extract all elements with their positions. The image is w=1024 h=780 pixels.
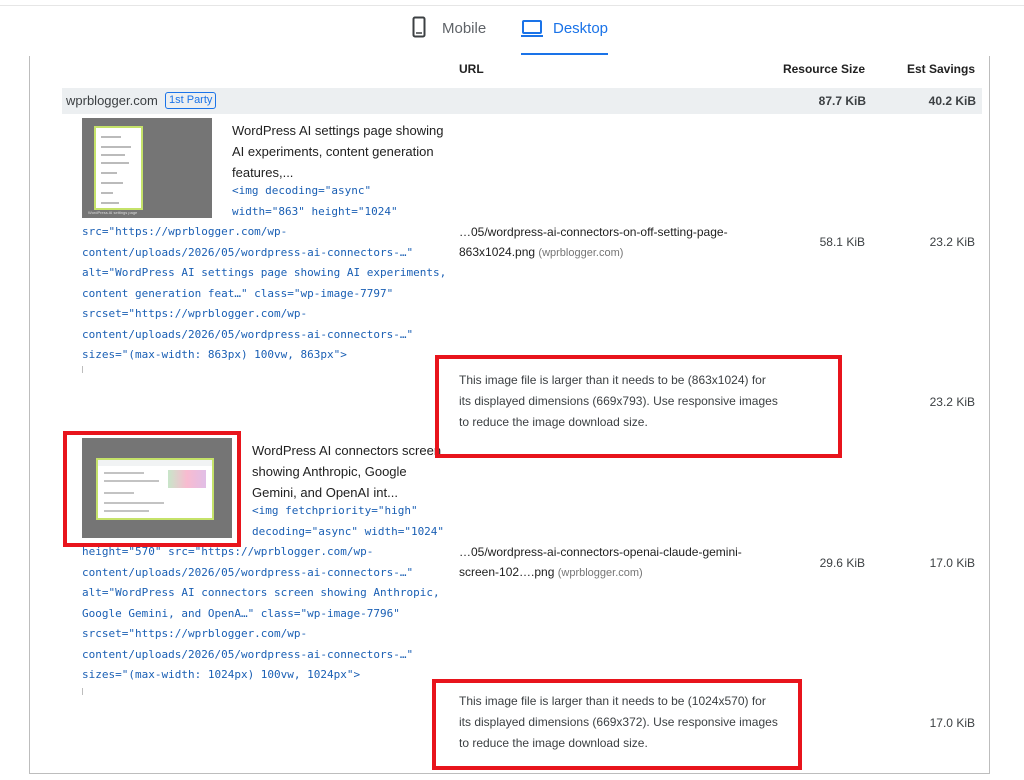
element-snippet: <img decoding="async" width="863" height… xyxy=(232,184,398,218)
image-thumbnail[interactable]: WordPress AI settings page xyxy=(82,118,212,218)
thumbnail-caption: WordPress AI settings page xyxy=(88,210,138,215)
active-tab-indicator xyxy=(521,53,608,55)
table-border-right xyxy=(989,56,990,774)
laptop-icon xyxy=(521,20,543,42)
column-header-resource-size[interactable]: Resource Size xyxy=(783,62,865,76)
sub-item-savings: 17.0 KiB xyxy=(929,716,975,730)
sub-item-savings: 23.2 KiB xyxy=(929,395,975,409)
top-divider xyxy=(0,5,1024,6)
resource-size-value: 58.1 KiB xyxy=(819,235,865,249)
column-header-est-savings[interactable]: Est Savings xyxy=(907,62,975,76)
tab-desktop[interactable]: Desktop xyxy=(521,16,608,56)
party-group-row: wprblogger.com 1st Party 87.7 KiB 40.2 K… xyxy=(62,88,982,114)
highlight-box xyxy=(63,431,241,547)
device-tabs: Mobile Desktop xyxy=(0,16,1024,56)
party-name: wprblogger.com xyxy=(66,93,158,108)
resource-url[interactable]: …05/wordpress-ai-connectors-openai-claud… xyxy=(459,542,749,583)
resource-size-value: 29.6 KiB xyxy=(819,556,865,570)
row-divider-tick xyxy=(82,366,83,373)
party-badge: 1st Party xyxy=(165,92,217,109)
mobile-phone-icon xyxy=(412,16,426,42)
tab-mobile[interactable]: Mobile xyxy=(412,16,486,56)
tab-desktop-label: Desktop xyxy=(553,20,609,37)
highlight-box xyxy=(432,679,802,770)
table-border-bottom xyxy=(29,773,990,774)
resource-url[interactable]: …05/wordpress-ai-connectors-on-off-setti… xyxy=(459,222,749,263)
highlight-box xyxy=(435,355,842,458)
party-resource-size: 87.7 KiB xyxy=(818,94,866,108)
image-description: WordPress AI settings page showing AI ex… xyxy=(232,123,444,180)
resource-url-host: (wprblogger.com) xyxy=(557,567,643,579)
table-border-left xyxy=(29,56,30,774)
thumbnail-page-preview xyxy=(94,126,143,210)
resource-url-host: (wprblogger.com) xyxy=(538,247,624,259)
column-header-url[interactable]: URL xyxy=(459,62,484,76)
row-divider-tick xyxy=(82,688,83,695)
party-est-savings: 40.2 KiB xyxy=(928,94,976,108)
element-snippet-continued: src="https://wprblogger.com/wp- content/… xyxy=(82,225,447,361)
element-snippet: <img fetchpriority="high" decoding="asyn… xyxy=(252,504,445,538)
element-snippet-continued: height="570" src="https://wprblogger.com… xyxy=(82,545,440,681)
image-description: WordPress AI connectors screen showing A… xyxy=(252,443,442,500)
est-savings-value: 17.0 KiB xyxy=(929,556,975,570)
tab-mobile-label: Mobile xyxy=(442,20,487,37)
est-savings-value: 23.2 KiB xyxy=(929,235,975,249)
